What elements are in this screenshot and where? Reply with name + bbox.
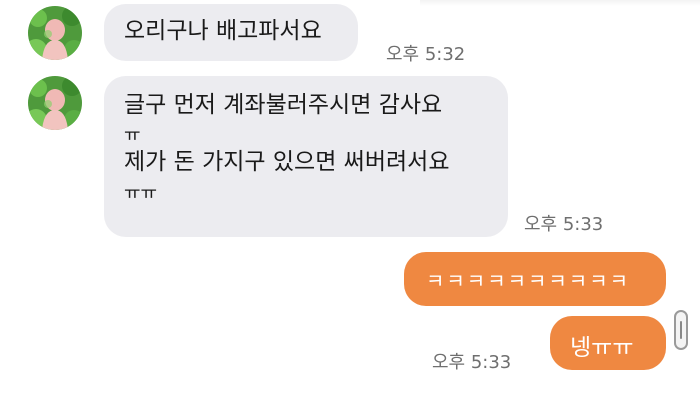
- message-text-line: 제가 돈 가지구 있으면 써버려서요: [124, 149, 450, 175]
- message-timestamp: 오후 5:33: [432, 352, 512, 373]
- avatar-image: [28, 6, 82, 60]
- message-text: 오리구나 배고파서요: [124, 18, 322, 44]
- scroll-handle-grip: [680, 321, 682, 339]
- avatar[interactable]: [28, 6, 82, 60]
- avatar-image: [28, 76, 82, 130]
- incoming-message-bubble[interactable]: 글구 먼저 계좌불러주시면 감사요 ㅠ 제가 돈 가지구 있으면 써버려서요 ㅠ…: [104, 76, 508, 237]
- outgoing-message-bubble[interactable]: 넹ㅠㅠ: [550, 316, 666, 370]
- message-timestamp: 오후 5:32: [386, 44, 466, 65]
- incoming-message-bubble[interactable]: 오리구나 배고파서요: [104, 4, 358, 61]
- message-text: 넹ㅠㅠ: [570, 335, 634, 361]
- message-text-line: ㅠㅠ: [124, 183, 158, 204]
- message-text-line: ㅠ: [124, 125, 141, 146]
- outgoing-message-bubble[interactable]: ㅋㅋㅋㅋㅋㅋㅋㅋㅋㅋ: [404, 252, 666, 306]
- scroll-handle[interactable]: [674, 310, 688, 350]
- message-text: ㅋㅋㅋㅋㅋㅋㅋㅋㅋㅋ: [426, 269, 630, 293]
- chat-window: 오리구나 배고파서요 오후 5:32 글구 먼저 계좌불러주시면 감사요 ㅠ 제…: [0, 0, 700, 406]
- previous-message-edge: [420, 0, 700, 6]
- message-timestamp: 오후 5:33: [524, 214, 604, 235]
- message-text-line: 글구 먼저 계좌불러주시면 감사요: [124, 92, 443, 118]
- avatar[interactable]: [28, 76, 82, 130]
